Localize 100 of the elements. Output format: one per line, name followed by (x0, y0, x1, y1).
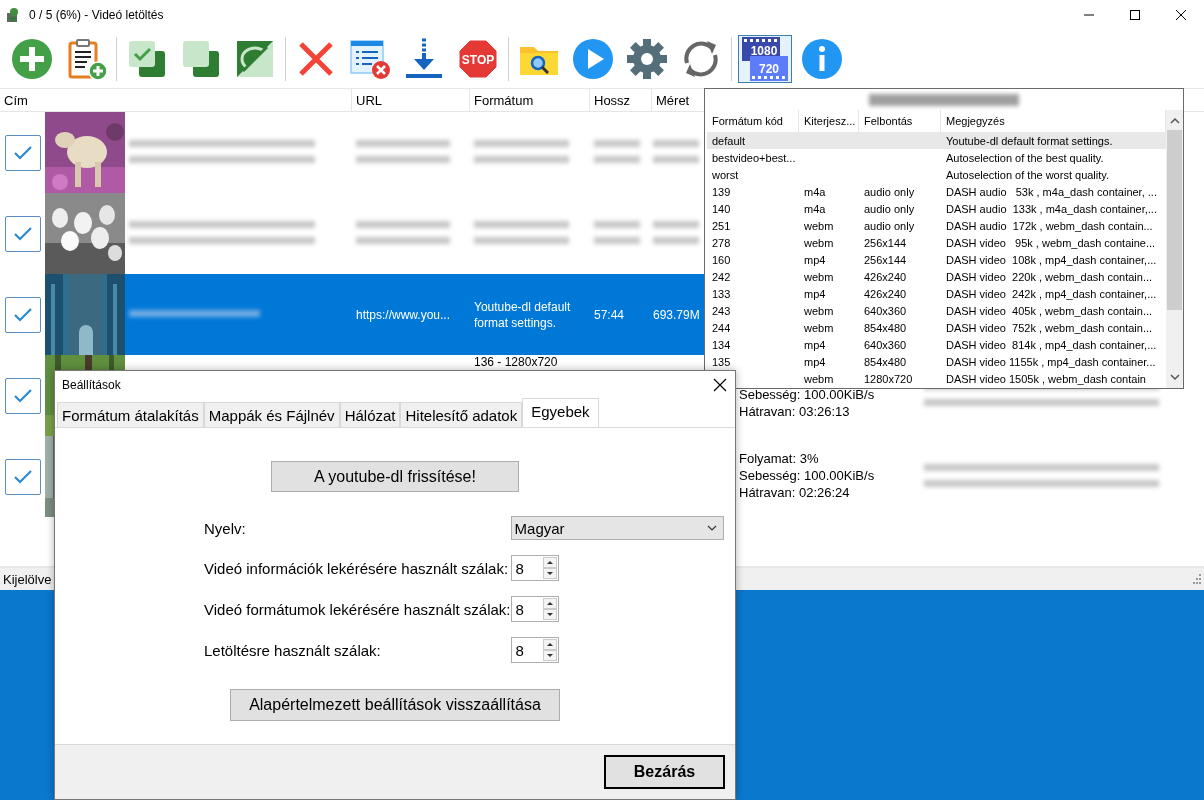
table-cell: DASH video 1505k , webm_dash contain (946, 372, 1146, 385)
field-label: Videó információk lekérésére használt szálak: (204, 559, 510, 577)
vertical-scrollbar[interactable] (1166, 110, 1183, 388)
update-button[interactable]: A youtube-dl frissítése! (271, 461, 519, 492)
table-cell: 426x240 (864, 287, 907, 300)
table-cell: 256x144 (864, 253, 907, 266)
info-icon (800, 37, 844, 81)
table-cell: webm (804, 270, 834, 283)
redacted-text (653, 220, 699, 247)
table-cell: default (712, 134, 746, 147)
table-cell: 251 (712, 219, 731, 232)
column-header[interactable]: Formátum (470, 89, 590, 111)
scroll-down-icon[interactable] (1169, 374, 1180, 382)
table-cell: audio only (864, 219, 915, 232)
settings-icon (625, 37, 669, 81)
table-cell: DASH video 108k , mp4_dash container,... (946, 253, 1157, 266)
spin-arrows-icon[interactable] (542, 557, 557, 579)
table-cell: 135 (712, 355, 731, 368)
table-cell: webm (804, 321, 834, 334)
format-row[interactable]: 160 mp4 256x144 DASH video 108k , mp4_dash container,... (707, 251, 1166, 268)
table-cell: audio only (864, 202, 915, 215)
table-cell: Autoselection of the worst quality. (946, 168, 1110, 181)
scroll-thumb[interactable] (1167, 130, 1182, 310)
status-text: Kijelölve (3, 571, 52, 587)
scroll-up-icon[interactable] (1169, 116, 1180, 124)
table-cell: mp4 (804, 253, 826, 266)
table-cell: 640x360 (864, 338, 907, 351)
table-cell: 854x480 (864, 355, 907, 368)
language-dropdown[interactable]: Magyar (510, 516, 724, 540)
table-cell: DASH video 220k , webm_dash contain... (946, 270, 1153, 283)
redacted-text (653, 139, 699, 166)
field-label: Letöltésre használt szálak: (204, 641, 382, 659)
window-title: 0 / 5 (6%) - Videó letöltés (29, 8, 165, 22)
close-icon[interactable] (713, 378, 727, 392)
resolution-button[interactable]: 1080 720 (738, 35, 792, 83)
status-text: Sebesség: 100.00KiB/s Hátravan: 03:26:13 (739, 386, 875, 420)
field-label: Videó formátumok lekérésére használt szálak: (204, 600, 511, 618)
table-cell-text: Youtube-dl default format settings. (474, 298, 572, 331)
chevron-down-icon (706, 525, 717, 531)
spin-arrows-icon[interactable] (542, 598, 557, 620)
table-cell: webm (804, 304, 834, 317)
table-cell: 136 - 1280x720 (474, 356, 558, 369)
format-row[interactable]: default Youtube-dl default format settings. (707, 132, 1166, 149)
table-cell: bestvideo+best... (712, 151, 796, 164)
field-label: Nyelv: (204, 519, 247, 537)
table-cell: Autoselection of the best quality. (946, 151, 1104, 164)
close-button[interactable]: Bezárás (604, 755, 725, 789)
checkbox[interactable] (4, 458, 41, 495)
column-header[interactable]: Cím (0, 89, 352, 111)
table-cell: https://www.you... (356, 306, 451, 323)
format-row[interactable]: 251 webm audio only DASH audio 172k , webm_dash contain... (707, 217, 1166, 234)
tab[interactable]: Egyebek (522, 398, 599, 427)
tab[interactable]: Mappák és Fájlnév (203, 402, 340, 427)
format-row[interactable]: bestvideo+best... Autoselection of the best quality. (707, 149, 1166, 166)
table-cell: mp4 (804, 287, 826, 300)
format-row[interactable]: 140 m4a audio only DASH audio 133k , m4a_dash container,... (707, 200, 1166, 217)
table-cell: 57:44 (594, 306, 625, 323)
tab[interactable]: Formátum átalakítás (57, 402, 204, 427)
checkbox[interactable] (4, 377, 41, 414)
list-remove-icon (348, 37, 392, 81)
table-cell: audio only (864, 185, 915, 198)
tab[interactable]: Hálózat (339, 402, 401, 427)
spin-arrows-icon[interactable] (542, 639, 557, 661)
format-row[interactable]: 139 m4a audio only DASH audio 53k , m4a_dash container, ... (707, 183, 1166, 200)
table-cell: DASH video 242k , mp4_dash container,... (946, 287, 1157, 300)
table-cell: 1280x720 (864, 372, 913, 385)
tab[interactable]: Hitelesítő adatok (400, 402, 523, 427)
app-icon (5, 7, 21, 23)
table-cell: DASH audio 133k , m4a_dash container,... (946, 202, 1157, 215)
table-cell: DASH video 1155k , mp4_dash container... (946, 355, 1156, 368)
maximize-icon[interactable] (1130, 10, 1140, 20)
table-cell: worst (712, 168, 739, 181)
table-cell: 243 (712, 304, 731, 317)
table-cell: 139 (712, 185, 731, 198)
table-cell: DASH video 752k , webm_dash contain... (946, 321, 1153, 334)
checkbox[interactable] (4, 296, 41, 333)
column-header[interactable]: URL (352, 89, 470, 111)
status-text: Folyamat: 3% Sebesség: 100.00KiB/s Hátravan: 02:26:24 (739, 450, 875, 501)
table-cell: webm (804, 372, 834, 385)
table-cell: Youtube-dl default format settings. (946, 134, 1113, 147)
format-row[interactable]: 278 webm 256x144 DASH video 95k , webm_dash containe... (707, 234, 1166, 251)
table-cell: 244 (712, 321, 731, 334)
table-cell: 134 (712, 338, 731, 351)
close-icon[interactable] (1176, 10, 1186, 20)
table-cell: 693.79M (653, 306, 700, 323)
number-spinner[interactable]: 8 (510, 555, 559, 581)
number-spinner[interactable]: 8 (510, 596, 559, 622)
table-cell: DASH video 814k , mp4_dash container,... (946, 338, 1157, 351)
reset-button[interactable]: Alapértelmezett beállítások visszaállítása (230, 689, 560, 721)
checkbox[interactable] (4, 134, 41, 171)
table-cell: 140 (712, 202, 731, 215)
checkbox[interactable] (4, 215, 41, 252)
number-spinner[interactable]: 8 (510, 637, 559, 663)
table-cell: 133 (712, 287, 731, 300)
column-header[interactable]: Hossz (590, 89, 652, 111)
format-row[interactable]: worst Autoselection of the worst quality. (707, 166, 1166, 183)
resize-grip-icon[interactable] (1190, 573, 1202, 585)
table-cell: 426x240 (864, 270, 907, 283)
table-cell: webm (804, 219, 834, 232)
format-row[interactable]: 135 mp4 854x480 DASH video 1155k , mp4_dash container... (707, 353, 1166, 370)
